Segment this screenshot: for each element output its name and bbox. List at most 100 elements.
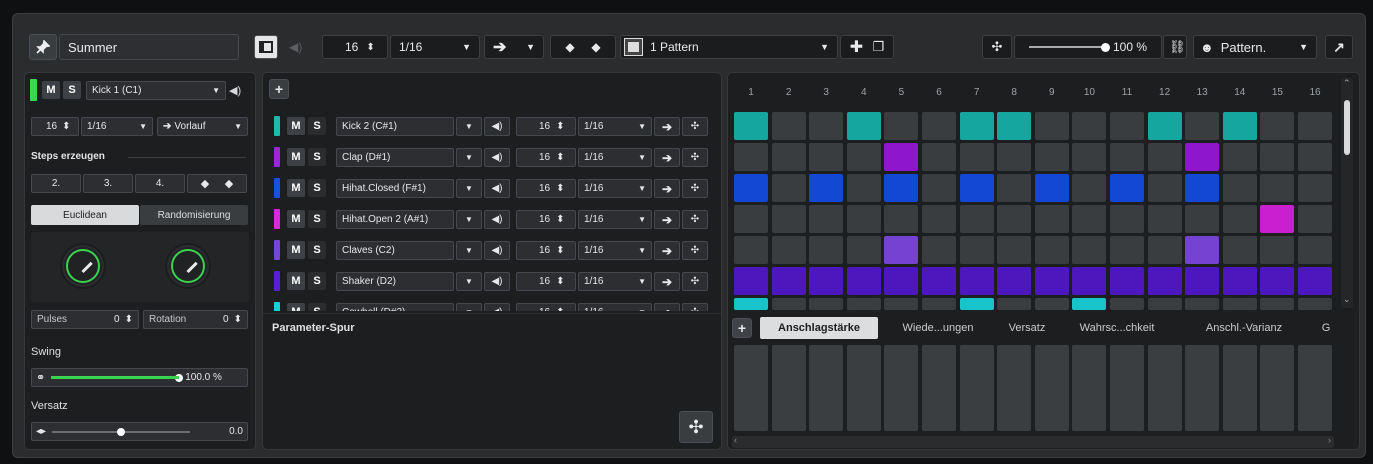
track-instrument-select[interactable]: Clap (D#1) xyxy=(336,148,454,167)
track-name-field[interactable]: Summer xyxy=(59,34,239,60)
step-cell[interactable] xyxy=(1185,112,1220,140)
tab-euclidean[interactable]: Euclidean xyxy=(31,205,139,225)
pin-button[interactable] xyxy=(29,34,57,60)
param-tab[interactable]: Wiede...ungen xyxy=(884,317,992,339)
track-audition-button[interactable]: ◀) xyxy=(484,117,510,136)
step-cell[interactable] xyxy=(922,112,956,140)
step-cell[interactable] xyxy=(1034,205,1069,233)
step-cell[interactable] xyxy=(922,174,956,202)
track-direction-button[interactable]: ➔ xyxy=(654,303,680,311)
step-cell[interactable] xyxy=(1222,236,1257,264)
step-cell[interactable] xyxy=(809,143,844,171)
step-cell[interactable] xyxy=(1034,298,1069,310)
step-cell[interactable] xyxy=(959,174,994,202)
step-cell[interactable] xyxy=(1147,298,1182,310)
step-cell[interactable] xyxy=(884,267,919,295)
step-cell[interactable] xyxy=(884,298,919,310)
step-cell[interactable] xyxy=(884,205,919,233)
zoom-thumb[interactable] xyxy=(1101,42,1110,52)
grid-scrollbar[interactable]: ⌃ ⌄ xyxy=(1341,78,1353,308)
link-button[interactable]: ⛓ xyxy=(1163,35,1187,59)
rotation-field[interactable]: Rotation 0 ⬍ xyxy=(143,310,248,329)
offset-slider[interactable]: ◂▸ 0.0 xyxy=(31,422,248,441)
step-cell[interactable] xyxy=(1072,143,1107,171)
velocity-lane[interactable] xyxy=(1222,345,1257,431)
step-cell[interactable] xyxy=(884,112,919,140)
track-resolution-field[interactable]: 1/16 ▼ xyxy=(578,148,652,167)
step-cell[interactable] xyxy=(1185,174,1220,202)
steps-field[interactable]: 16 ⬍ xyxy=(322,35,388,59)
track-solo-button[interactable]: S xyxy=(308,210,326,228)
step-cell[interactable] xyxy=(1260,267,1295,295)
solo-button[interactable]: S xyxy=(63,81,81,99)
track-audition-button[interactable]: ◀) xyxy=(484,303,510,311)
step-cell[interactable] xyxy=(1185,205,1220,233)
track-direction-button[interactable]: ➔ xyxy=(654,117,680,136)
step-cell[interactable] xyxy=(1260,112,1295,140)
track-direction-button[interactable]: ➔ xyxy=(654,179,680,198)
velocity-lane[interactable] xyxy=(959,345,994,431)
scroll-down-icon[interactable]: ⌄ xyxy=(1343,294,1351,305)
velocity-lane[interactable] xyxy=(1185,345,1220,431)
step-cell[interactable] xyxy=(1298,143,1332,171)
param-tab[interactable]: Versatz xyxy=(995,317,1059,339)
velocity-lane[interactable] xyxy=(809,345,844,431)
track-resolution-field[interactable]: 1/16 ▼ xyxy=(578,210,652,229)
step-cell[interactable] xyxy=(959,236,994,264)
velocity-lane[interactable] xyxy=(922,345,956,431)
step-cell[interactable] xyxy=(884,143,919,171)
step-cell[interactable] xyxy=(809,174,844,202)
step-cell[interactable] xyxy=(1222,143,1257,171)
step-cell[interactable] xyxy=(1298,267,1332,295)
step-cell[interactable] xyxy=(1110,112,1144,140)
left-resolution-field[interactable]: 1/16 ▼ xyxy=(81,117,153,136)
track-instrument-select[interactable]: Shaker (D2) xyxy=(336,272,454,291)
track-instrument-dropdown[interactable]: ▼ xyxy=(456,272,482,291)
velocity-lane[interactable] xyxy=(997,345,1032,431)
track-steps-field[interactable]: 16 ⬍ xyxy=(516,272,576,291)
step-cell[interactable] xyxy=(771,236,806,264)
step-cell[interactable] xyxy=(771,298,806,310)
step-cell[interactable] xyxy=(1034,112,1069,140)
track-direction-button[interactable]: ➔ xyxy=(654,241,680,260)
step-cell[interactable] xyxy=(846,298,881,310)
step-cell[interactable] xyxy=(1222,112,1257,140)
step-cell[interactable] xyxy=(922,236,956,264)
scroll-up-icon[interactable]: ⌃ xyxy=(1343,78,1351,89)
param-tab[interactable]: G xyxy=(1316,317,1336,339)
track-random-button[interactable]: ✣ xyxy=(682,179,708,198)
instrument-select[interactable]: Kick 1 (C1) ▼ xyxy=(86,81,226,100)
track-steps-field[interactable]: 16 ⬍ xyxy=(516,303,576,311)
scroll-left-icon[interactable]: ‹ xyxy=(734,435,737,445)
add-track-button[interactable]: + xyxy=(269,79,289,99)
track-mute-button[interactable]: M xyxy=(287,303,305,311)
track-direction-button[interactable]: ➔ xyxy=(654,272,680,291)
step-cell[interactable] xyxy=(846,205,881,233)
randomize-all-button[interactable]: ✣ xyxy=(679,411,713,443)
step-cell[interactable] xyxy=(884,236,919,264)
step-cell[interactable] xyxy=(846,267,881,295)
step-cell[interactable] xyxy=(1072,236,1107,264)
param-tab[interactable]: Anschl.-Varianz xyxy=(1178,317,1310,339)
step-cell[interactable] xyxy=(734,143,768,171)
step-cell[interactable] xyxy=(922,143,956,171)
track-audition-button[interactable]: ◀) xyxy=(484,148,510,167)
velocity-lane[interactable] xyxy=(771,345,806,431)
step-cell[interactable] xyxy=(1260,298,1295,310)
left-direction-field[interactable]: ➔ Vorlauf ▼ xyxy=(157,117,248,136)
track-random-button[interactable]: ✣ xyxy=(682,272,708,291)
step-cell[interactable] xyxy=(846,236,881,264)
step-cell[interactable] xyxy=(922,298,956,310)
step-cell[interactable] xyxy=(1072,112,1107,140)
track-random-button[interactable]: ✣ xyxy=(682,241,708,260)
track-resolution-field[interactable]: 1/16 ▼ xyxy=(578,303,652,311)
step-cell[interactable] xyxy=(997,174,1032,202)
step-cell[interactable] xyxy=(997,236,1032,264)
step-cell[interactable] xyxy=(1185,236,1220,264)
step-cell[interactable] xyxy=(959,298,994,310)
track-instrument-dropdown[interactable]: ▼ xyxy=(456,210,482,229)
direction-field[interactable]: ➔ ▼ xyxy=(484,35,544,59)
step-cell[interactable] xyxy=(1298,112,1332,140)
track-audition-button[interactable]: ◀) xyxy=(484,241,510,260)
step-cell[interactable] xyxy=(959,112,994,140)
